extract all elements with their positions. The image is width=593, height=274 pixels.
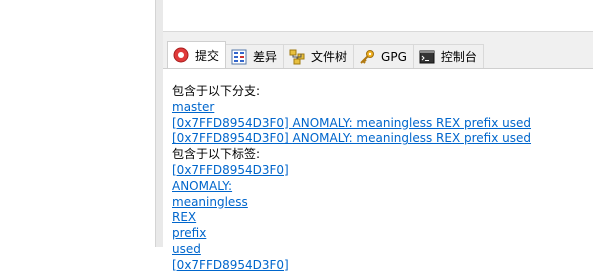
tag-link[interactable]: [0x7FFD8954D3F0]	[172, 258, 289, 272]
left-pane	[0, 0, 155, 247]
tab-file-tree[interactable]: 文件树	[283, 44, 355, 68]
tag-link[interactable]: used	[172, 242, 201, 256]
console-icon	[419, 49, 435, 65]
branch-link[interactable]: [0x7FFD8954D3F0] ANOMALY: meaningless RE…	[172, 116, 531, 130]
tab-console-label: 控制台	[440, 50, 477, 64]
commit-details: 包含于以下分支: master [0x7FFD8954D3F0] ANOMALY…	[163, 68, 593, 272]
commit-icon	[173, 47, 189, 63]
commit-details-text: 包含于以下分支: master [0x7FFD8954D3F0] ANOMALY…	[172, 84, 531, 274]
diff-icon	[231, 49, 247, 65]
key-icon	[359, 49, 375, 65]
top-area	[163, 0, 593, 31]
tab-commit[interactable]: 提交	[167, 41, 227, 68]
tab-strip: 提交 差异 文件树 GPG 控制台	[163, 31, 593, 69]
tab-commit-label: 提交	[195, 48, 220, 63]
tab-diff[interactable]: 差异	[225, 44, 285, 68]
branch-link[interactable]: [0x7FFD8954D3F0] ANOMALY: meaningless RE…	[172, 131, 531, 145]
tab-console[interactable]: 控制台	[412, 44, 484, 68]
tag-link[interactable]: ANOMALY:	[172, 179, 232, 193]
tag-link[interactable]: REX	[172, 210, 196, 224]
file-tree-icon	[289, 49, 305, 65]
tab-bar: 提交 差异 文件树 GPG 控制台	[167, 41, 484, 68]
tag-link[interactable]: prefix	[172, 226, 206, 240]
details-pane: 提交 差异 文件树 GPG 控制台 包含于以下分支: master [0x7FF…	[163, 0, 593, 272]
tab-gpg-label: GPG	[381, 49, 407, 64]
tag-link[interactable]: meaningless	[172, 195, 248, 209]
tab-gpg[interactable]: GPG	[353, 44, 414, 68]
tab-diff-label: 差异	[253, 50, 278, 64]
branches-heading: 包含于以下分支:	[172, 84, 261, 98]
tab-file-tree-label: 文件树	[311, 50, 348, 64]
tag-link[interactable]: [0x7FFD8954D3F0]	[172, 163, 289, 177]
tags-heading: 包含于以下标签:	[172, 147, 261, 162]
branch-link[interactable]: master	[172, 100, 214, 114]
